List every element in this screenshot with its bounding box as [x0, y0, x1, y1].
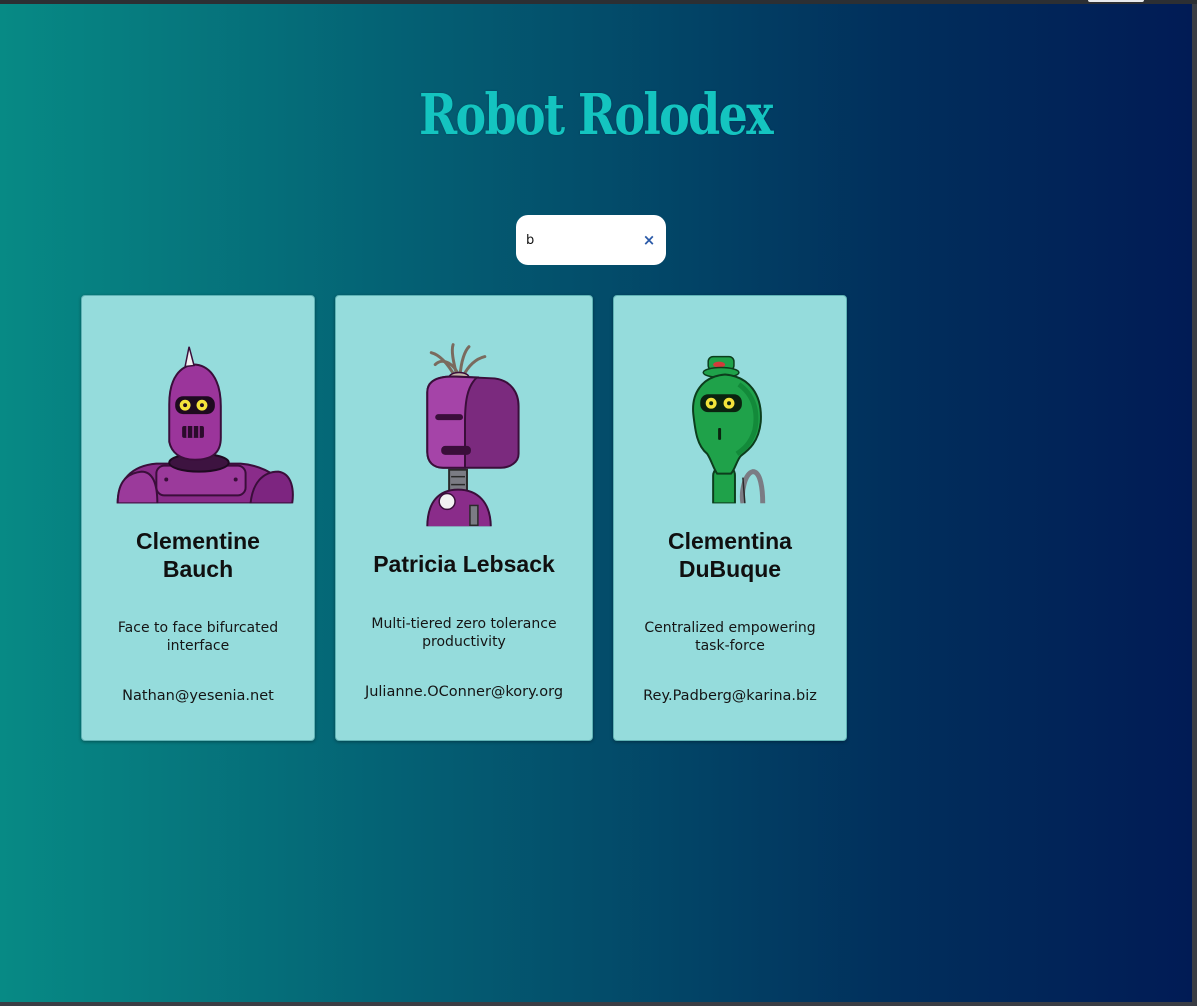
robot-catch-phrase: Face to face bifurcated interface [117, 620, 279, 654]
robot-catch-phrase: Multi-tiered zero tolerance productivity [371, 616, 557, 650]
purple-robot-antenna-icon [426, 343, 520, 527]
search-input[interactable] [526, 229, 636, 251]
robot-name: Patricia Lebsack [373, 551, 555, 577]
green-robot-icon [692, 355, 766, 504]
robot-email: Julianne.OConner@kory.org [364, 684, 564, 700]
robot-card[interactable]: Patricia Lebsack Multi-tiered zero toler… [335, 295, 593, 741]
window-handle [1088, 0, 1144, 2]
app-page: Robot Rolodex × [0, 4, 1192, 1002]
robot-email: Rey.Padberg@karina.biz [643, 688, 817, 704]
search-box[interactable]: × [516, 215, 666, 265]
clear-search-icon[interactable]: × [642, 231, 656, 249]
purple-robot-spike-icon [116, 346, 294, 504]
robot-card[interactable]: Clementine Bauch Face to face bifurcated… [81, 295, 315, 741]
robot-card[interactable]: Clementina DuBuque Centralized empowerin… [613, 295, 847, 741]
window-bottom-edge [0, 1002, 1197, 1006]
page-title: Robot Rolodex [418, 82, 774, 148]
window-right-edge [1192, 4, 1197, 1002]
robot-catch-phrase: Centralized empowering task-force [644, 620, 816, 654]
robot-name: Clementina DuBuque [668, 528, 792, 582]
robot-email: Nathan@yesenia.net [122, 688, 274, 704]
robot-name: Clementine Bauch [136, 528, 260, 582]
